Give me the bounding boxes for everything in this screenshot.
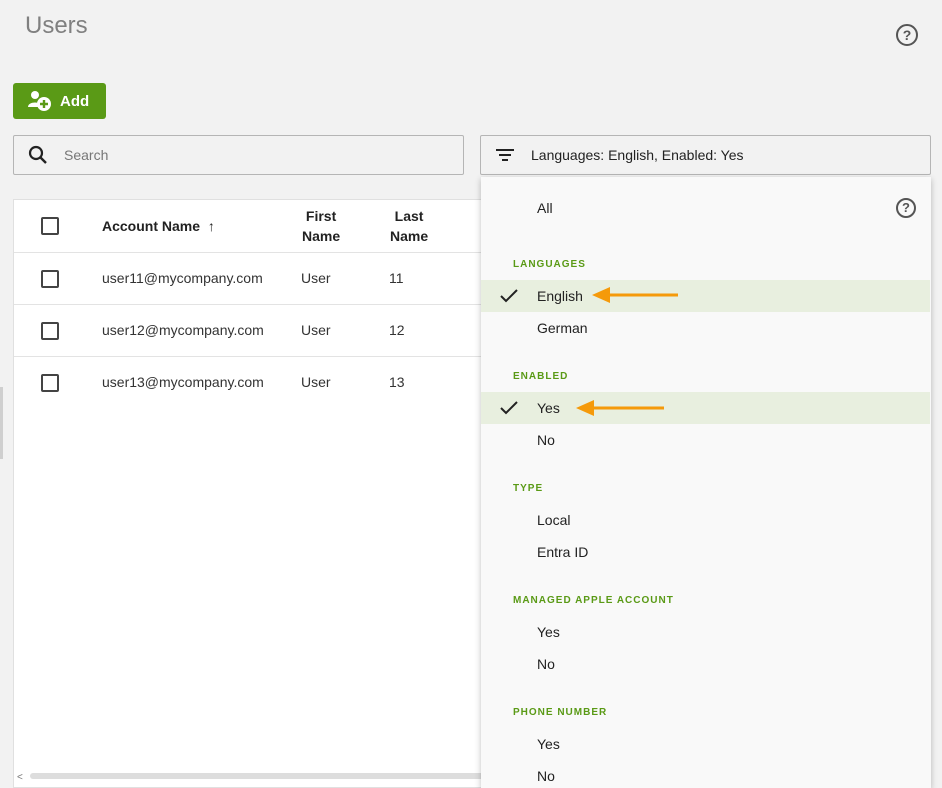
account-name-cell: user11@mycompany.com — [102, 270, 263, 286]
column-account-name[interactable]: Account Name ↑ — [102, 216, 215, 236]
users-table: Account Name ↑ First Name Last Name user… — [13, 199, 513, 788]
last-name-cell: 12 — [389, 322, 405, 338]
first-name-cell: User — [301, 270, 331, 286]
last-name-cell: 11 — [389, 270, 404, 286]
checkmark-icon — [500, 401, 518, 415]
filter-option-entra-id[interactable]: Entra ID — [481, 536, 930, 568]
page-title: Users — [25, 12, 88, 39]
filter-option-english[interactable]: English — [481, 280, 930, 312]
search-icon — [28, 145, 47, 164]
sort-ascending-icon: ↑ — [207, 218, 215, 234]
filter-heading-languages: LANGUAGES — [513, 259, 586, 270]
annotation-arrow-icon — [576, 400, 664, 416]
add-user-icon — [28, 91, 51, 111]
filter-option-all[interactable]: All — [481, 192, 930, 224]
filter-dropdown: All ? LANGUAGES English German ENABLED Y… — [481, 177, 931, 788]
add-button-label: Add — [60, 92, 90, 110]
select-all-checkbox[interactable] — [41, 217, 59, 235]
first-name-cell: User — [301, 374, 331, 390]
filter-summary: Languages: English, Enabled: Yes — [531, 147, 744, 163]
row-checkbox[interactable] — [41, 270, 59, 288]
row-checkbox[interactable] — [41, 322, 59, 340]
help-icon[interactable]: ? — [896, 24, 918, 46]
account-name-cell: user12@mycompany.com — [102, 322, 264, 338]
side-panel-handle[interactable] — [0, 387, 3, 459]
filter-option-enabled-yes[interactable]: Yes — [481, 392, 930, 424]
filter-icon — [496, 149, 514, 161]
filter-heading-phone-number: PHONE NUMBER — [513, 707, 608, 718]
filter-heading-type: TYPE — [513, 483, 544, 494]
filter-option-managed-apple-yes[interactable]: Yes — [481, 616, 930, 648]
filter-option-local[interactable]: Local — [481, 504, 930, 536]
filter-heading-enabled: ENABLED — [513, 371, 569, 382]
filter-option-managed-apple-no[interactable]: No — [481, 648, 930, 680]
filter-option-phone-yes[interactable]: Yes — [481, 728, 930, 760]
help-icon[interactable]: ? — [896, 198, 916, 218]
annotation-arrow-icon — [592, 287, 678, 303]
first-name-cell: User — [301, 322, 331, 338]
filter-option-german[interactable]: German — [481, 312, 930, 344]
scroll-left-arrow[interactable]: < — [17, 772, 23, 783]
column-first-name[interactable]: First Name — [302, 206, 340, 246]
table-row[interactable]: user13@mycompany.com User 13 — [14, 357, 512, 409]
search-input[interactable] — [64, 147, 424, 163]
table-row[interactable]: user11@mycompany.com User 11 — [14, 253, 512, 305]
last-name-cell: 13 — [389, 374, 405, 390]
filter-select[interactable]: Languages: English, Enabled: Yes — [480, 135, 931, 175]
table-header: Account Name ↑ First Name Last Name — [14, 200, 512, 253]
account-name-cell: user13@mycompany.com — [102, 374, 264, 390]
column-last-name[interactable]: Last Name — [390, 206, 428, 246]
filter-option-enabled-no[interactable]: No — [481, 424, 930, 456]
row-checkbox[interactable] — [41, 374, 59, 392]
add-user-button[interactable]: Add — [13, 83, 106, 119]
horizontal-scrollbar[interactable] — [30, 773, 500, 779]
filter-heading-managed-apple-account: MANAGED APPLE ACCOUNT — [513, 595, 674, 606]
search-field[interactable] — [13, 135, 464, 175]
filter-option-phone-no[interactable]: No — [481, 760, 930, 788]
table-row[interactable]: user12@mycompany.com User 12 — [14, 305, 512, 357]
checkmark-icon — [500, 289, 518, 303]
